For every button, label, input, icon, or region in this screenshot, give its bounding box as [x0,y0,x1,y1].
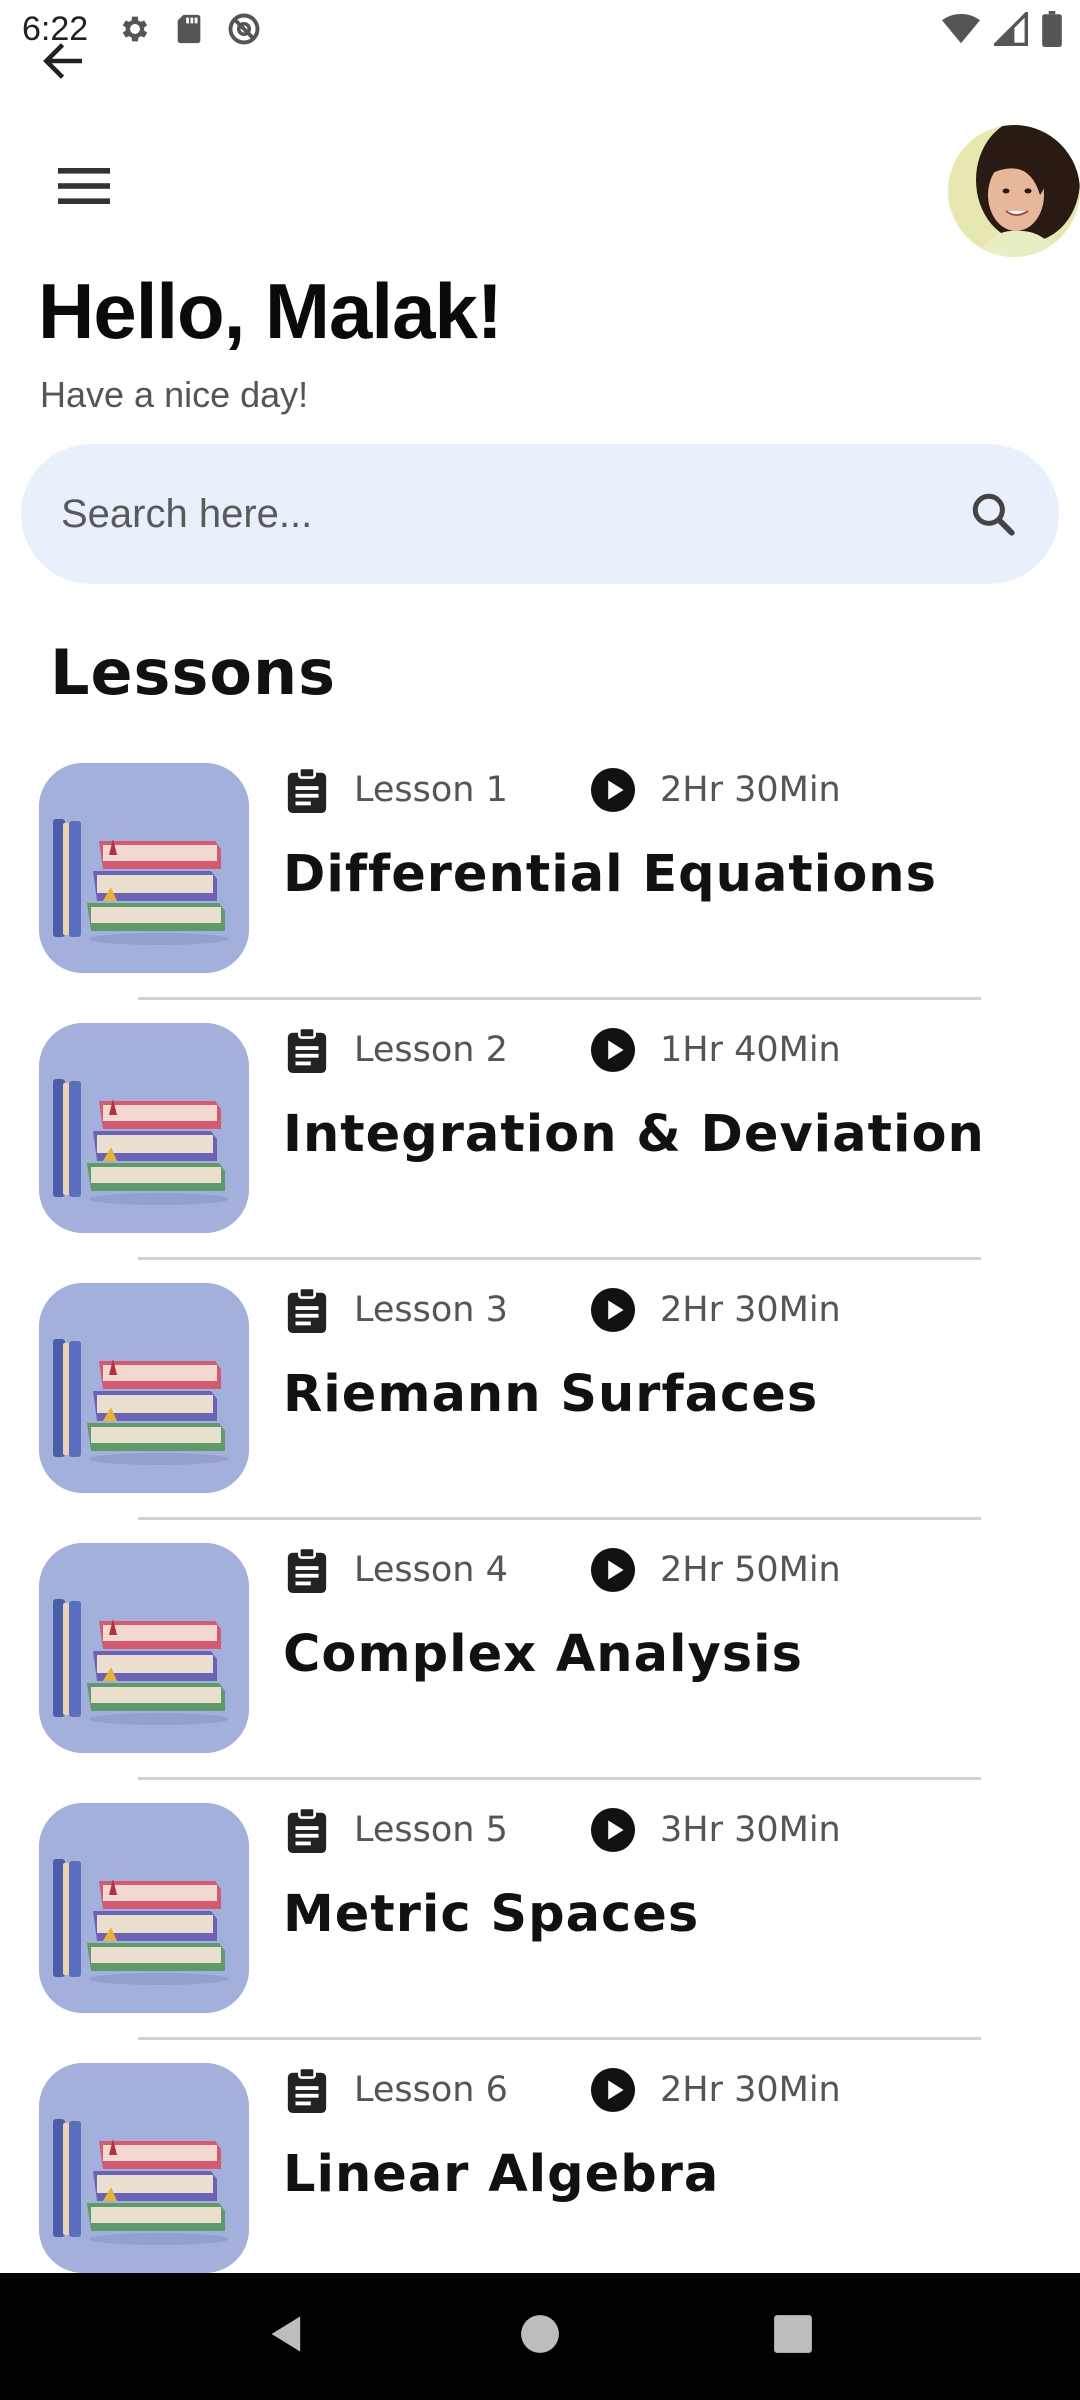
search-input[interactable] [61,491,963,537]
lesson-duration: 2Hr 30Min [660,1290,841,1330]
back-button[interactable] [30,30,96,96]
nav-recents-button[interactable] [753,2297,833,2377]
search-bar[interactable] [21,444,1059,584]
arrow-back-icon [38,36,88,91]
books-thumbnail [39,1803,249,2013]
books-thumbnail [39,1023,249,1233]
lesson-duration: 2Hr 30Min [660,770,841,810]
lessons-section-title: Lessons [50,636,336,709]
lesson-title: Linear Algebra [283,2145,720,2204]
lesson-number: Lesson 2 [354,1030,508,1070]
play-circle-icon [590,1807,636,1853]
no-location-icon [226,11,262,52]
lesson-duration-row: 3Hr 30Min [590,1805,841,1855]
circle-home-icon [519,2313,561,2360]
signal-icon [991,9,1028,51]
books-thumbnail [39,1543,249,1753]
lesson-duration: 2Hr 30Min [660,2070,841,2110]
status-icons-left [118,12,262,50]
profile-avatar[interactable] [948,125,1080,257]
clipboard-icon [284,1547,330,1593]
status-icons-right [942,9,1062,52]
greeting-subtitle: Have a nice day! [40,374,309,415]
search-icon[interactable] [963,484,1023,544]
play-circle-icon [590,767,636,813]
play-circle-icon [590,2067,636,2113]
books-thumbnail [39,2063,249,2273]
lesson-title: Metric Spaces [283,1885,700,1944]
lesson-item[interactable]: Lesson 3 2Hr 30Min Riemann Surfaces [0,1260,1080,1520]
lesson-duration: 2Hr 50Min [660,1550,841,1590]
play-circle-icon [590,1547,636,1593]
nav-back-button[interactable] [247,2297,327,2377]
lesson-duration: 1Hr 40Min [660,1030,841,1070]
lesson-duration-row: 1Hr 40Min [590,1025,841,1075]
lesson-number-row: Lesson 4 [284,1545,508,1595]
clipboard-icon [284,2067,330,2113]
lesson-item[interactable]: Lesson 6 2Hr 30Min Linear Algebra [0,2040,1080,2300]
square-recents-icon [772,2313,814,2360]
nav-home-button[interactable] [500,2297,580,2377]
menu-button[interactable] [50,160,118,216]
lesson-number-row: Lesson 5 [284,1805,508,1855]
lesson-title: Riemann Surfaces [283,1365,819,1424]
lesson-number-row: Lesson 3 [284,1285,508,1335]
clipboard-icon [284,1287,330,1333]
status-bar: 6:22 [0,0,1080,62]
play-circle-icon [590,1027,636,1073]
lesson-title: Differential Equations [283,845,937,904]
lesson-number: Lesson 1 [354,770,508,810]
triangle-back-icon [265,2312,309,2361]
lesson-number-row: Lesson 1 [284,765,508,815]
lesson-duration-row: 2Hr 30Min [590,2065,841,2115]
greeting-title: Hello, Malak! [38,267,503,355]
clipboard-icon [284,1807,330,1853]
lesson-duration-row: 2Hr 50Min [590,1545,841,1595]
books-thumbnail [39,1283,249,1493]
lesson-number-row: Lesson 6 [284,2065,508,2115]
lesson-number: Lesson 3 [354,1290,508,1330]
lesson-duration-row: 2Hr 30Min [590,765,841,815]
lesson-item[interactable]: Lesson 5 3Hr 30Min Metric Spaces [0,1780,1080,2040]
clipboard-icon [284,767,330,813]
lesson-number: Lesson 4 [354,1550,508,1590]
lesson-item[interactable]: Lesson 4 2Hr 50Min Complex Analysis [0,1520,1080,1780]
settings-icon [118,12,152,51]
system-nav-bar [0,2273,1080,2400]
lesson-title: Integration & Deviation [283,1105,985,1164]
books-thumbnail [39,763,249,973]
lesson-number: Lesson 6 [354,2070,508,2110]
lesson-number-row: Lesson 2 [284,1025,508,1075]
lesson-item[interactable]: Lesson 2 1Hr 40Min Integration & Deviati… [0,1000,1080,1260]
wifi-icon [942,12,980,51]
battery-icon [1042,10,1062,52]
play-circle-icon [590,1287,636,1333]
lesson-number: Lesson 5 [354,1810,508,1850]
hamburger-menu-icon [58,166,110,211]
lesson-item[interactable]: Lesson 1 2Hr 30Min Differential Equation… [0,740,1080,1000]
lesson-duration-row: 2Hr 30Min [590,1285,841,1335]
lesson-title: Complex Analysis [283,1625,803,1684]
sd-card-icon [174,12,204,51]
clipboard-icon [284,1027,330,1073]
lesson-duration: 3Hr 30Min [660,1810,841,1850]
